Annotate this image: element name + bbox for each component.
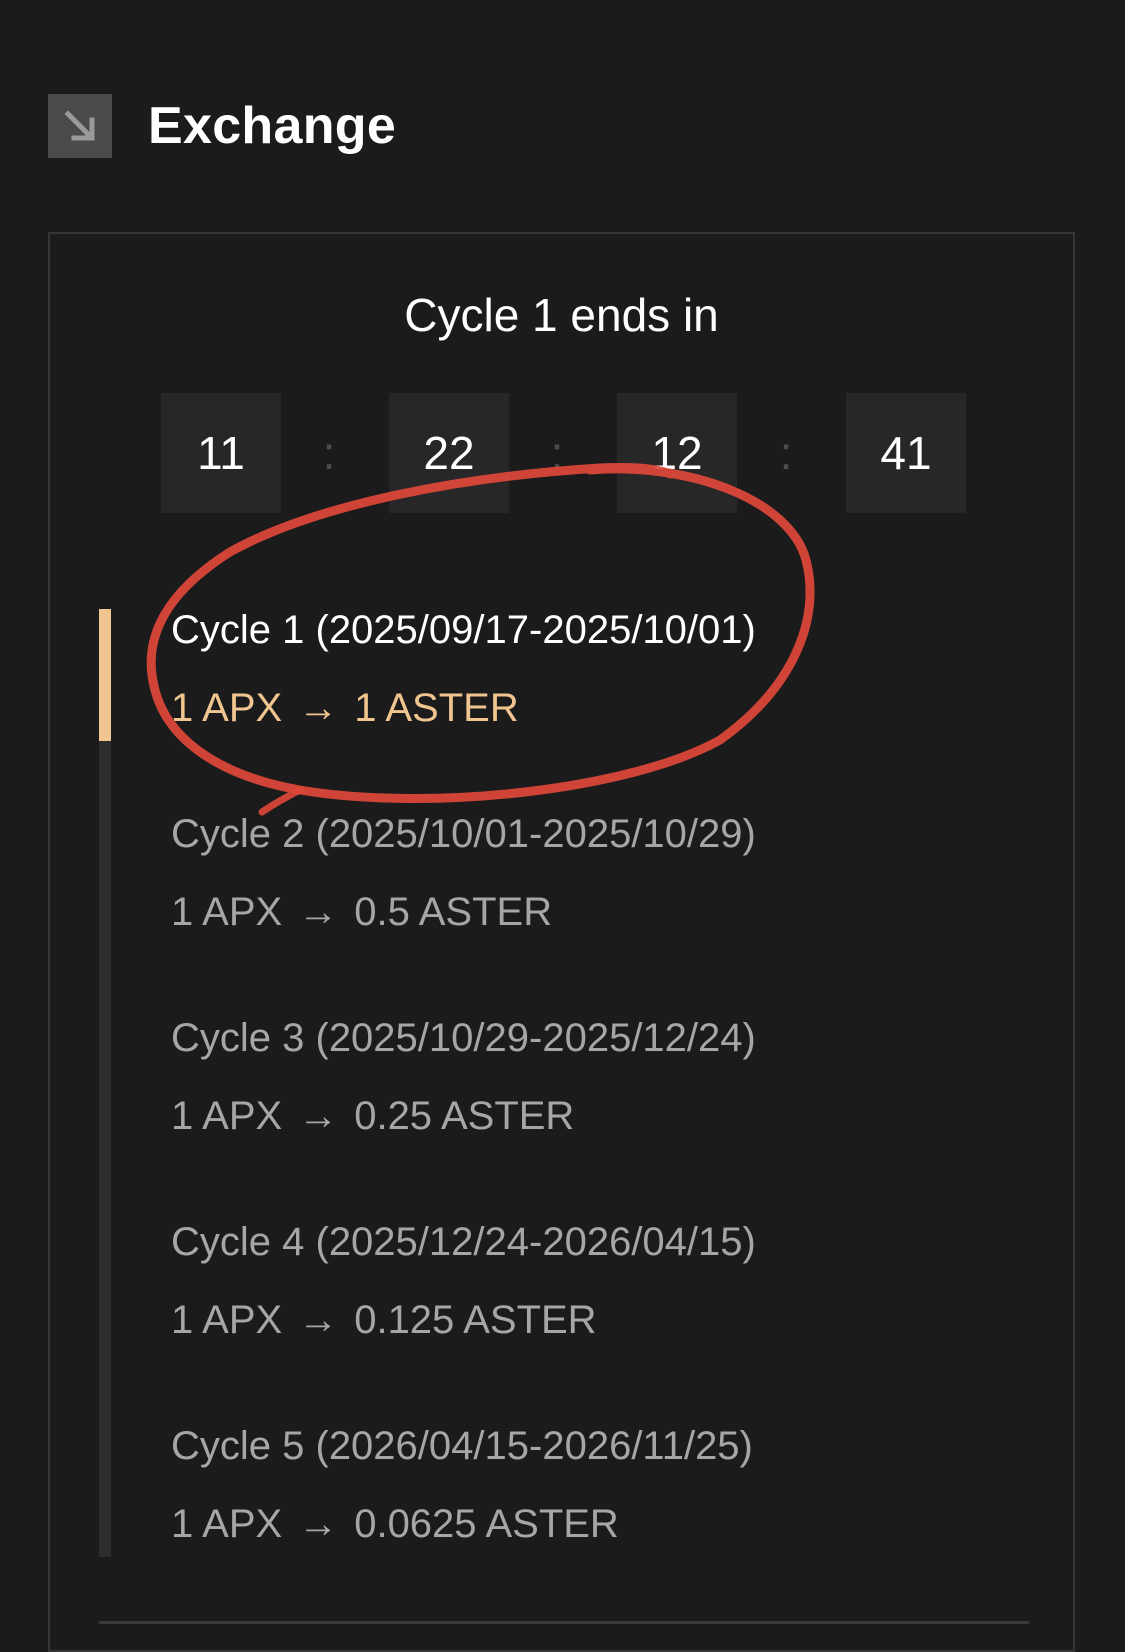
countdown-segment: 22 bbox=[389, 393, 509, 513]
rate-to: 0.5 ASTER bbox=[354, 890, 553, 934]
page-title: Exchange bbox=[148, 97, 397, 155]
cycle-item-5: Cycle 5 (2026/04/15-2026/11/25) 1 APX → 0.… bbox=[171, 1422, 753, 1548]
countdown-timer: 11 : 22 : 12 : 41 bbox=[161, 393, 966, 513]
cycle-item-4: Cycle 4 (2025/12/24-2026/04/15) 1 APX → 0.… bbox=[171, 1218, 756, 1344]
arrow-right-icon: → bbox=[298, 1094, 339, 1138]
rate-to: 0.25 ASTER bbox=[354, 1094, 575, 1138]
cycle-rate: 1 APX → 1 ASTER bbox=[171, 684, 756, 732]
cycle-title: Cycle 4 (2025/12/24-2026/04/15) bbox=[171, 1220, 756, 1264]
rate-from: 1 APX bbox=[171, 1502, 283, 1546]
countdown-segment: 12 bbox=[617, 393, 737, 513]
cycle-item-1: Cycle 1 (2025/09/17-2025/10/01) 1 APX → 1 … bbox=[171, 606, 756, 732]
rate-from: 1 APX bbox=[171, 1094, 283, 1138]
countdown-separator: : bbox=[779, 427, 793, 479]
arrow-right-icon: → bbox=[298, 1298, 339, 1342]
cycle-rate: 1 APX → 0.0625 ASTER bbox=[171, 1500, 753, 1548]
cycle-item-2: Cycle 2 (2025/10/01-2025/10/29) 1 APX → 0.… bbox=[171, 810, 756, 936]
arrow-right-icon: → bbox=[298, 1502, 339, 1546]
countdown-label: Cycle 1 ends in bbox=[404, 289, 719, 341]
rate-to: 0.0625 ASTER bbox=[354, 1502, 619, 1546]
rate-to: 0.125 ASTER bbox=[354, 1298, 597, 1342]
cycle-rate: 1 APX → 0.5 ASTER bbox=[171, 888, 756, 936]
divider bbox=[99, 1621, 1029, 1624]
cycle-rate: 1 APX → 0.25 ASTER bbox=[171, 1092, 756, 1140]
page-header: Exchange bbox=[48, 94, 396, 158]
countdown-separator: : bbox=[322, 427, 336, 479]
cycle-item-3: Cycle 3 (2025/10/29-2025/12/24) 1 APX → 0.… bbox=[171, 1014, 756, 1140]
cycle-title: Cycle 2 (2025/10/01-2025/10/29) bbox=[171, 812, 756, 856]
countdown-segment: 11 bbox=[161, 393, 281, 513]
cycle-rate: 1 APX → 0.125 ASTER bbox=[171, 1296, 756, 1344]
arrow-down-right-icon bbox=[48, 94, 112, 158]
cycle-title: Cycle 3 (2025/10/29-2025/12/24) bbox=[171, 1016, 756, 1060]
arrow-right-icon: → bbox=[298, 890, 339, 934]
timeline-active-indicator bbox=[99, 609, 111, 741]
rate-from: 1 APX bbox=[171, 686, 283, 730]
exchange-card: Cycle 1 ends in 11 : 22 : 12 : 41 Cycle … bbox=[48, 232, 1075, 1652]
cycle-title: Cycle 5 (2026/04/15-2026/11/25) bbox=[171, 1424, 753, 1468]
countdown-separator: : bbox=[550, 427, 564, 479]
rate-from: 1 APX bbox=[171, 890, 283, 934]
rate-from: 1 APX bbox=[171, 1298, 283, 1342]
countdown-segment: 41 bbox=[846, 393, 966, 513]
cycle-title: Cycle 1 (2025/09/17-2025/10/01) bbox=[171, 608, 756, 652]
rate-to: 1 ASTER bbox=[354, 686, 519, 730]
timeline-track bbox=[99, 609, 111, 1557]
arrow-right-icon: → bbox=[298, 686, 339, 730]
